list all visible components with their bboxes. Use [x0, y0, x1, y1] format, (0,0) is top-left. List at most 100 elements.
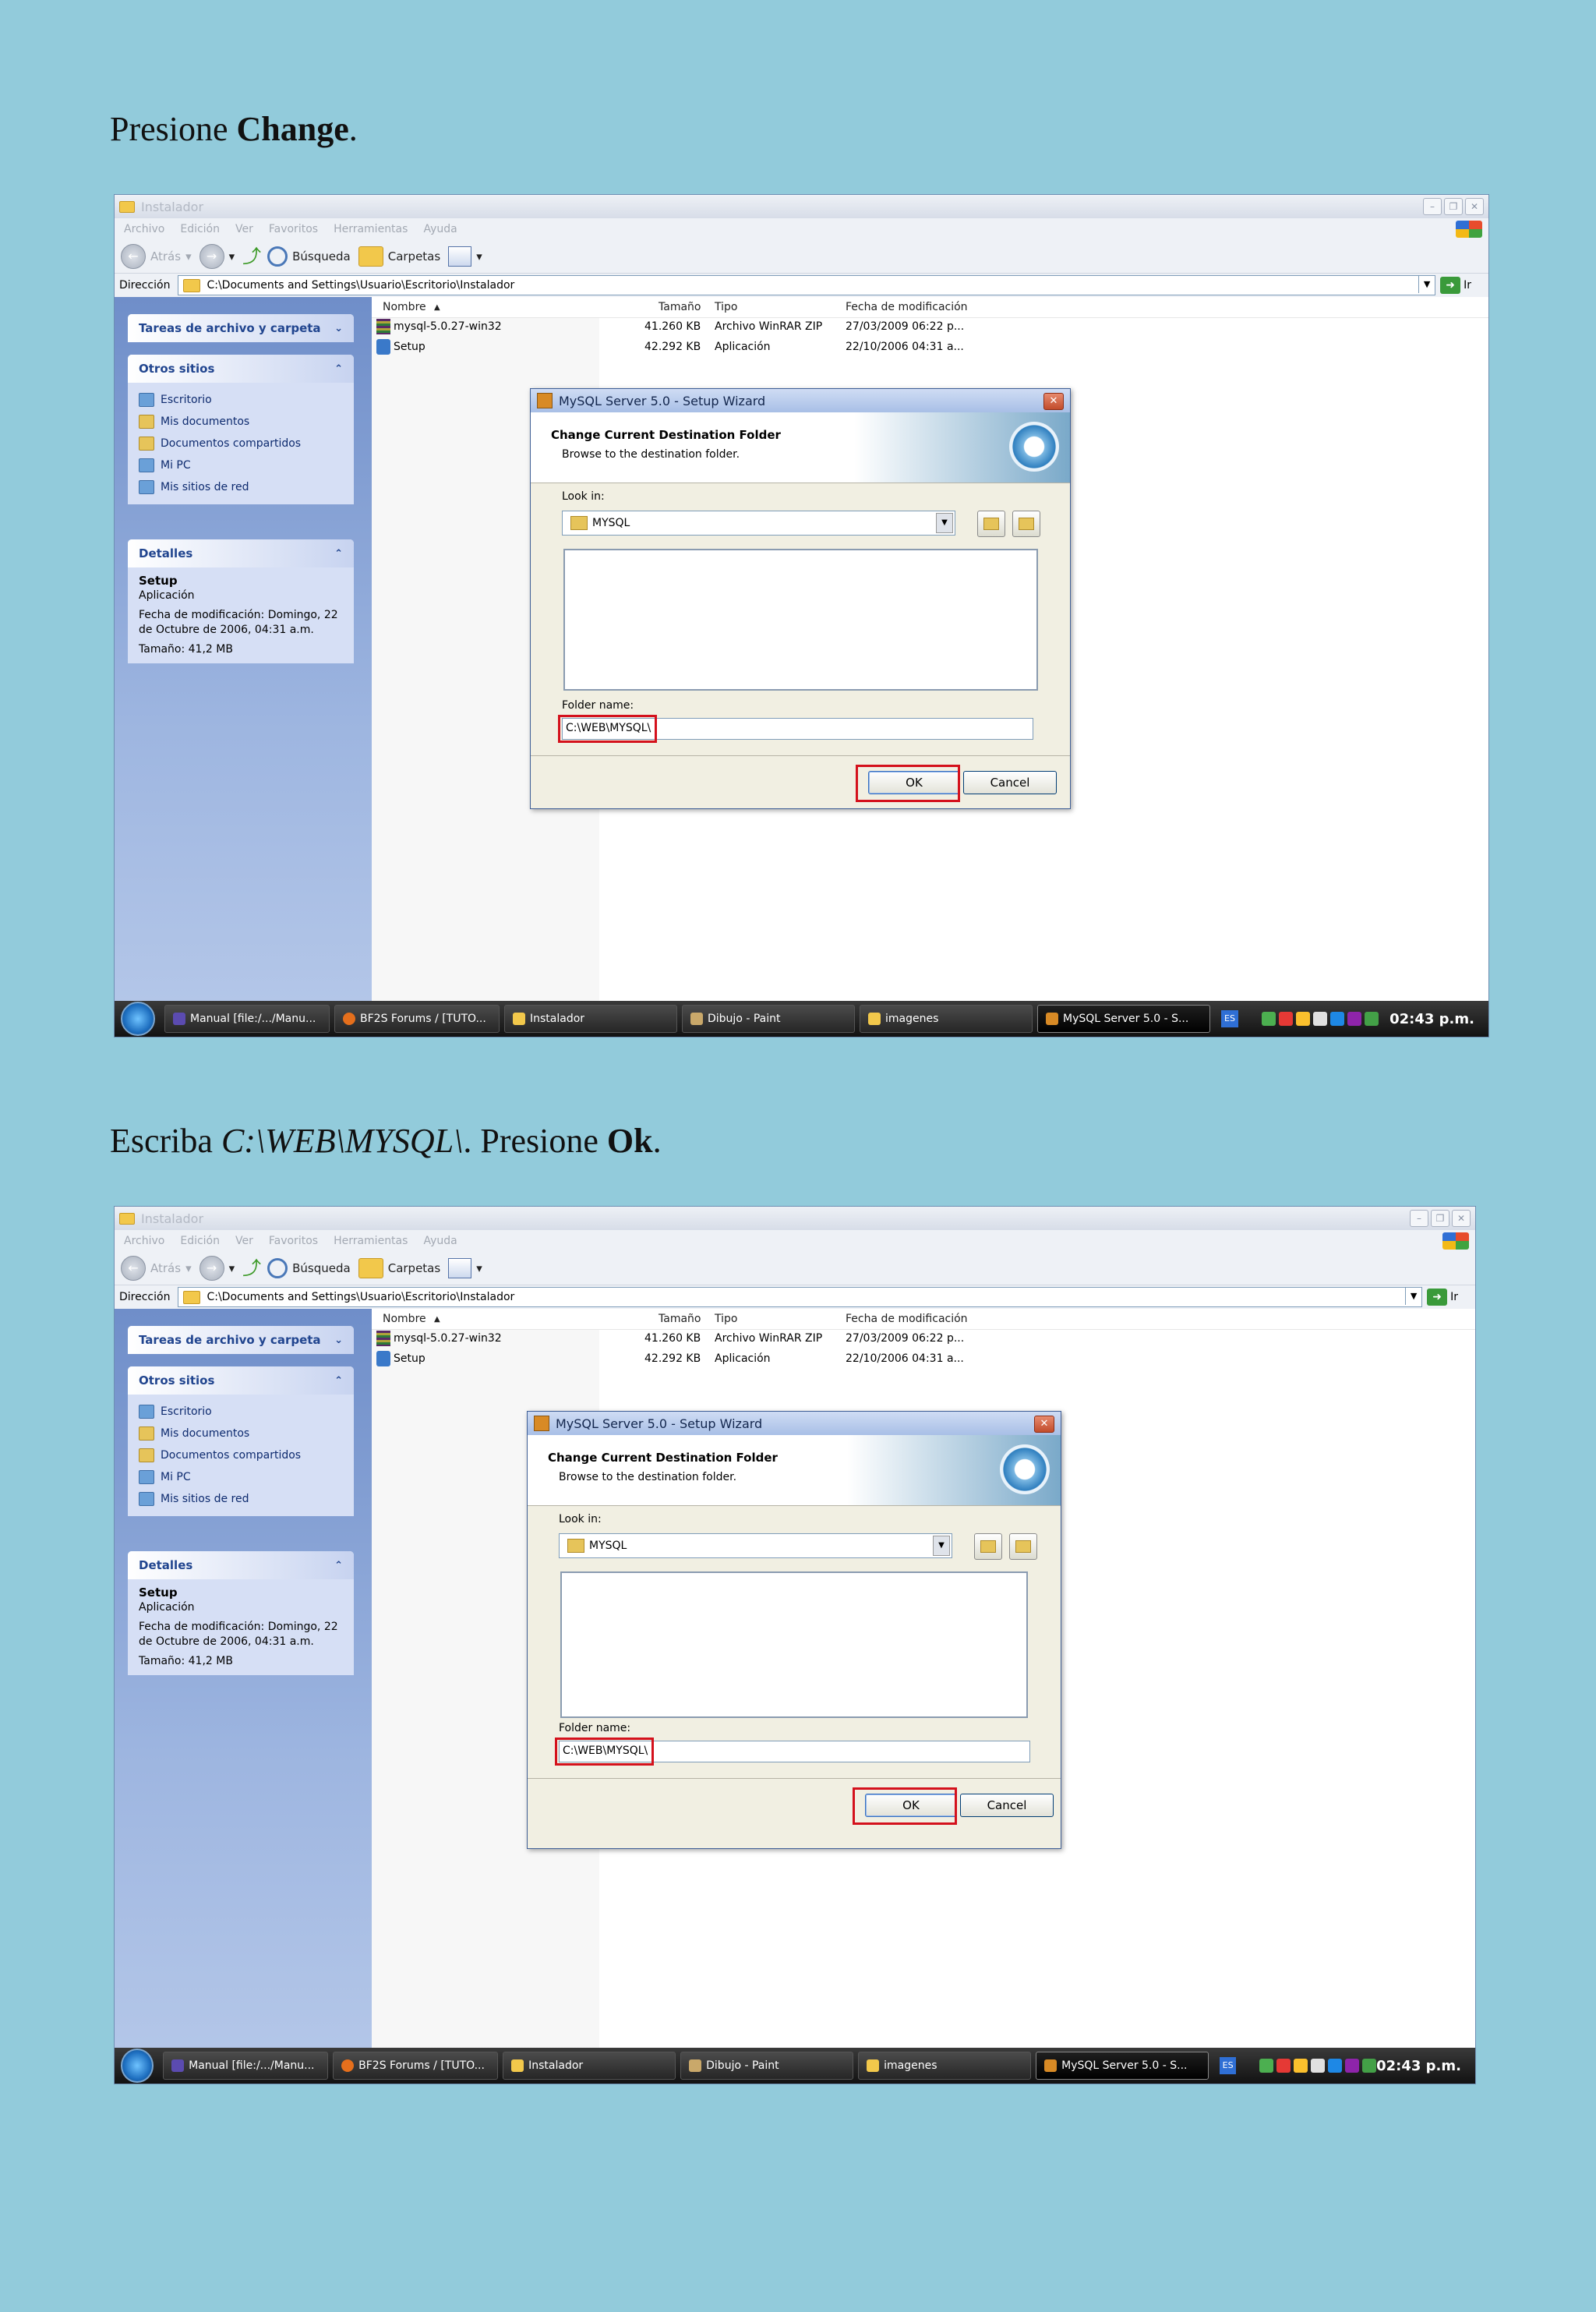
details-header[interactable]: Detalles ⌃ — [128, 1551, 354, 1579]
place-escritorio[interactable]: Escritorio — [139, 1401, 343, 1423]
tray-app-icon[interactable] — [1294, 2059, 1308, 2073]
column-fecha[interactable]: Fecha de modificación — [846, 1313, 968, 1325]
task-imagenes[interactable]: imagenes — [858, 2052, 1032, 2080]
task-instalador[interactable]: Instalador — [504, 1005, 677, 1033]
tray-app-icon[interactable] — [1296, 1012, 1310, 1026]
task-bf2s-forums[interactable]: BF2S Forums / [TUTO... — [333, 2052, 499, 2080]
menu-favoritos[interactable]: Favoritos — [269, 1235, 318, 1247]
place-mis-sitios-de-red[interactable]: Mis sitios de red — [139, 476, 343, 498]
other-places-header[interactable]: Otros sitios ⌃ — [128, 355, 354, 383]
menu-favoritos[interactable]: Favoritos — [269, 223, 318, 235]
dialog-close-button[interactable]: ✕ — [1034, 1416, 1054, 1433]
close-button[interactable]: ✕ — [1452, 1210, 1471, 1227]
up-one-level-button[interactable] — [977, 511, 1005, 537]
look-in-select[interactable]: MYSQL ▼ — [562, 511, 955, 536]
chevron-down-icon[interactable]: ▼ — [1405, 1288, 1421, 1305]
menu-herramientas[interactable]: Herramientas — [334, 223, 408, 235]
folder-browser-list[interactable] — [560, 1571, 1028, 1718]
menu-ayuda[interactable]: Ayuda — [423, 223, 457, 235]
task-imagenes[interactable]: imagenes — [860, 1005, 1033, 1033]
column-fecha[interactable]: Fecha de modificación — [846, 301, 968, 313]
task-mysql-setup[interactable]: MySQL Server 5.0 - S... — [1037, 1005, 1210, 1033]
column-nombre[interactable]: Nombre — [383, 301, 426, 313]
task-manual[interactable]: Manual [file:/.../Manu... — [163, 2052, 329, 2080]
up-folder-icon[interactable]: ⤴ — [242, 1257, 261, 1279]
tasks-header[interactable]: Tareas de archivo y carpeta ⌄ — [128, 314, 354, 342]
up-folder-icon[interactable]: ⤴ — [242, 246, 261, 267]
forward-button[interactable]: → ▾ — [199, 1256, 235, 1281]
column-tamano[interactable]: Tamaño — [659, 1313, 701, 1325]
menu-edicion[interactable]: Edición — [180, 223, 220, 235]
place-mis-documentos[interactable]: Mis documentos — [139, 411, 343, 433]
place-mis-sitios-de-red[interactable]: Mis sitios de red — [139, 1488, 343, 1510]
chevron-down-icon[interactable]: ▼ — [933, 1536, 950, 1556]
tray-app-icon[interactable] — [1311, 2059, 1326, 2073]
place-mi-pc[interactable]: Mi PC — [139, 1466, 343, 1488]
place-escritorio[interactable]: Escritorio — [139, 389, 343, 411]
menu-archivo[interactable]: Archivo — [124, 223, 164, 235]
go-arrow-icon[interactable]: ➜ — [1440, 277, 1461, 294]
file-row[interactable]: mysql-5.0.27-win32 41.260 KB Archivo Win… — [372, 317, 1488, 338]
language-indicator[interactable]: ES — [1220, 2057, 1237, 2074]
tray-app-icon[interactable] — [1345, 2059, 1360, 2073]
task-paint[interactable]: Dibujo - Paint — [680, 2052, 854, 2080]
column-tipo[interactable]: Tipo — [715, 301, 737, 313]
task-mysql-setup[interactable]: MySQL Server 5.0 - S... — [1036, 2052, 1209, 2080]
tray-app-icon[interactable] — [1328, 2059, 1343, 2073]
menu-ayuda[interactable]: Ayuda — [423, 1235, 457, 1247]
tray-app-icon[interactable] — [1262, 1012, 1276, 1026]
address-input[interactable]: C:\Documents and Settings\Usuario\Escrit… — [178, 1287, 1423, 1307]
close-button[interactable]: ✕ — [1465, 198, 1484, 215]
column-nombre[interactable]: Nombre — [383, 1313, 426, 1325]
menu-herramientas[interactable]: Herramientas — [334, 1235, 408, 1247]
tray-app-icon[interactable] — [1330, 1012, 1344, 1026]
column-tamano[interactable]: Tamaño — [659, 301, 701, 313]
tray-app-icon[interactable] — [1362, 2059, 1377, 2073]
address-input[interactable]: C:\Documents and Settings\Usuario\Escrit… — [178, 275, 1436, 295]
column-tipo[interactable]: Tipo — [715, 1313, 737, 1325]
tray-app-icon[interactable] — [1259, 2059, 1274, 2073]
task-manual[interactable]: Manual [file:/.../Manu... — [164, 1005, 330, 1033]
file-row[interactable]: Setup 42.292 KB Aplicación 22/10/2006 04… — [372, 338, 1488, 358]
chevron-down-icon[interactable]: ▼ — [936, 513, 953, 533]
place-documentos-compartidos[interactable]: Documentos compartidos — [139, 1444, 343, 1466]
task-instalador[interactable]: Instalador — [503, 2052, 676, 2080]
new-folder-button[interactable] — [1012, 511, 1040, 537]
go-label[interactable]: Ir — [1450, 1291, 1458, 1303]
go-label[interactable]: Ir — [1464, 279, 1471, 292]
details-header[interactable]: Detalles ⌃ — [128, 539, 354, 567]
views-button[interactable]: ▾ — [448, 246, 482, 267]
menu-archivo[interactable]: Archivo — [124, 1235, 164, 1247]
file-row[interactable]: mysql-5.0.27-win32 41.260 KB Archivo Win… — [372, 1329, 1475, 1349]
language-indicator[interactable]: ES — [1221, 1010, 1238, 1027]
cancel-button[interactable]: Cancel — [960, 1794, 1054, 1817]
menu-ver[interactable]: Ver — [235, 1235, 253, 1247]
search-button[interactable]: Búsqueda — [267, 1258, 351, 1278]
minimize-button[interactable]: – — [1423, 198, 1442, 215]
place-mis-documentos[interactable]: Mis documentos — [139, 1423, 343, 1444]
tray-app-icon[interactable] — [1276, 2059, 1291, 2073]
start-button[interactable] — [121, 1002, 155, 1036]
tasks-header[interactable]: Tareas de archivo y carpeta ⌄ — [128, 1326, 354, 1354]
other-places-header[interactable]: Otros sitios ⌃ — [128, 1366, 354, 1395]
new-folder-button[interactable] — [1009, 1533, 1037, 1560]
chevron-down-icon[interactable]: ▼ — [1418, 276, 1435, 293]
folders-button[interactable]: Carpetas — [358, 246, 440, 267]
start-button[interactable] — [121, 2049, 154, 2083]
cancel-button[interactable]: Cancel — [963, 771, 1057, 794]
search-button[interactable]: Búsqueda — [267, 246, 351, 267]
forward-button[interactable]: → ▾ — [199, 244, 235, 269]
task-bf2s-forums[interactable]: BF2S Forums / [TUTO... — [334, 1005, 500, 1033]
menu-edicion[interactable]: Edición — [180, 1235, 220, 1247]
back-button[interactable]: ← Atrás ▾ — [121, 1256, 192, 1281]
up-one-level-button[interactable] — [974, 1533, 1002, 1560]
place-documentos-compartidos[interactable]: Documentos compartidos — [139, 433, 343, 454]
file-row[interactable]: Setup 42.292 KB Aplicación 22/10/2006 04… — [372, 1349, 1475, 1370]
back-button[interactable]: ← Atrás ▾ — [121, 244, 192, 269]
look-in-select[interactable]: MYSQL ▼ — [559, 1533, 952, 1558]
place-mi-pc[interactable]: Mi PC — [139, 454, 343, 476]
tray-app-icon[interactable] — [1279, 1012, 1293, 1026]
tray-app-icon[interactable] — [1347, 1012, 1361, 1026]
tray-app-icon[interactable] — [1365, 1012, 1379, 1026]
folders-button[interactable]: Carpetas — [358, 1258, 440, 1278]
